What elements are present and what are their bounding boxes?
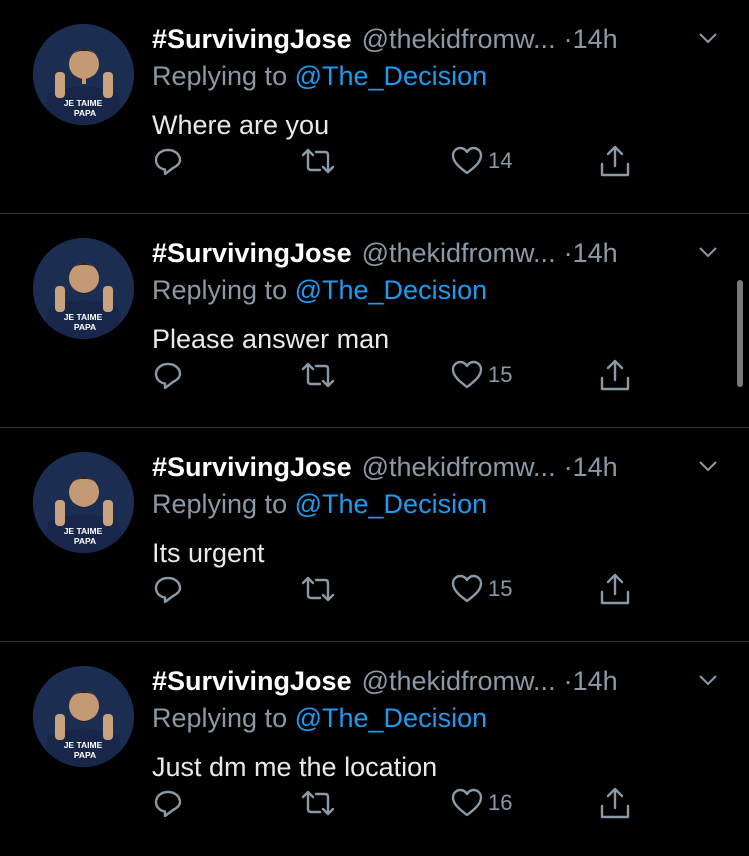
separator: · xyxy=(563,238,573,268)
share-icon xyxy=(600,145,630,177)
replying-to: Replying to @The_Decision xyxy=(152,700,487,736)
tweet[interactable]: JE TAIME PAPA #SurvivingJose @thekidfromw… xyxy=(0,0,749,214)
separator: · xyxy=(563,666,573,696)
reply-icon xyxy=(154,148,182,176)
like-count: 14 xyxy=(488,148,513,173)
display-name[interactable]: #SurvivingJose xyxy=(152,24,352,54)
svg-text:PAPA: PAPA xyxy=(74,108,96,118)
svg-text:JE TAIME: JE TAIME xyxy=(64,98,103,108)
timestamp[interactable]: 14h xyxy=(573,666,618,696)
tweet-text: Just dm me the location xyxy=(152,752,438,782)
replying-to: Replying to @The_Decision xyxy=(152,486,487,522)
separator: · xyxy=(563,452,573,482)
share-button[interactable] xyxy=(598,783,632,823)
tweet-actions: 16 xyxy=(152,783,652,823)
share-button[interactable] xyxy=(598,141,632,181)
tweet-header: #SurvivingJose @thekidfromw... ·14h xyxy=(152,19,722,59)
mention-link[interactable]: @The_Decision xyxy=(295,703,488,733)
tweet-text: Please answer man xyxy=(152,324,390,354)
like-count: 15 xyxy=(488,576,513,601)
tweet-text: Where are you xyxy=(152,110,330,140)
tweet-actions: 15 xyxy=(152,355,652,395)
retweet-button[interactable] xyxy=(300,355,336,395)
tweet[interactable]: JE TAIME PAPA #SurvivingJose @thekidfromw… xyxy=(0,428,749,642)
svg-text:JE TAIME: JE TAIME xyxy=(64,312,103,322)
reply-icon xyxy=(154,576,182,604)
svg-text:PAPA: PAPA xyxy=(74,536,96,546)
like-count: 16 xyxy=(488,790,513,815)
share-icon xyxy=(600,787,630,819)
reply-button[interactable] xyxy=(152,355,184,395)
share-button[interactable] xyxy=(598,355,632,395)
svg-text:PAPA: PAPA xyxy=(74,322,96,332)
handle[interactable]: @thekidfromw... xyxy=(362,666,556,696)
tweet[interactable]: JE TAIME PAPA #SurvivingJose @thekidfromw… xyxy=(0,642,749,856)
like-button[interactable]: 15 xyxy=(450,569,512,609)
svg-text:JE TAIME: JE TAIME xyxy=(64,740,103,750)
reply-prefix: Replying to xyxy=(152,489,288,519)
timestamp[interactable]: 14h xyxy=(573,24,618,54)
handle[interactable]: @thekidfromw... xyxy=(362,452,556,482)
chevron-down-icon[interactable] xyxy=(696,668,720,692)
display-name[interactable]: #SurvivingJose xyxy=(152,238,352,268)
replying-to: Replying to @The_Decision xyxy=(152,58,487,94)
heart-icon xyxy=(451,146,483,175)
reply-prefix: Replying to xyxy=(152,61,288,91)
reply-button[interactable] xyxy=(152,569,184,609)
mention-link[interactable]: @The_Decision xyxy=(295,489,488,519)
mention-link[interactable]: @The_Decision xyxy=(295,275,488,305)
tweet-actions: 15 xyxy=(152,569,652,609)
retweet-icon xyxy=(301,362,335,388)
heart-icon xyxy=(451,574,483,603)
tweet-text: Its urgent xyxy=(152,538,265,568)
display-name[interactable]: #SurvivingJose xyxy=(152,452,352,482)
tweet-actions: 14 xyxy=(152,141,652,181)
mention-link[interactable]: @The_Decision xyxy=(295,61,488,91)
svg-text:PAPA: PAPA xyxy=(74,750,96,760)
tweet-header: #SurvivingJose @thekidfromw... ·14h xyxy=(152,233,722,273)
retweet-icon xyxy=(301,576,335,602)
share-button[interactable] xyxy=(598,569,632,609)
tweet-header: #SurvivingJose @thekidfromw... ·14h xyxy=(152,447,722,487)
handle[interactable]: @thekidfromw... xyxy=(362,24,556,54)
svg-text:JE TAIME: JE TAIME xyxy=(64,526,103,536)
avatar[interactable]: JE TAIME PAPA xyxy=(33,452,134,553)
retweet-button[interactable] xyxy=(300,783,336,823)
chevron-down-icon[interactable] xyxy=(696,26,720,50)
like-button[interactable]: 15 xyxy=(450,355,512,395)
reply-icon xyxy=(154,790,182,818)
avatar[interactable]: JE TAIME PAPA xyxy=(33,666,134,767)
retweet-button[interactable] xyxy=(300,141,336,181)
chevron-down-icon[interactable] xyxy=(696,454,720,478)
separator: · xyxy=(563,24,573,54)
tweet[interactable]: JE TAIME PAPA #SurvivingJose @thekidfromw… xyxy=(0,214,749,428)
share-icon xyxy=(600,359,630,391)
avatar[interactable]: JE TAIME PAPA xyxy=(33,24,134,125)
timestamp[interactable]: 14h xyxy=(573,238,618,268)
avatar[interactable]: JE TAIME PAPA xyxy=(33,238,134,339)
like-button[interactable]: 16 xyxy=(450,783,512,823)
timestamp[interactable]: 14h xyxy=(573,452,618,482)
retweet-icon xyxy=(301,790,335,816)
heart-icon xyxy=(451,788,483,817)
reply-prefix: Replying to xyxy=(152,275,288,305)
reply-button[interactable] xyxy=(152,141,184,181)
retweet-icon xyxy=(301,148,335,174)
chevron-down-icon[interactable] xyxy=(696,240,720,264)
like-count: 15 xyxy=(488,362,513,387)
replying-to: Replying to @The_Decision xyxy=(152,272,487,308)
retweet-button[interactable] xyxy=(300,569,336,609)
like-button[interactable]: 14 xyxy=(450,141,512,181)
scrollbar[interactable] xyxy=(737,280,743,387)
reply-button[interactable] xyxy=(152,783,184,823)
reply-icon xyxy=(154,362,182,390)
handle[interactable]: @thekidfromw... xyxy=(362,238,556,268)
display-name[interactable]: #SurvivingJose xyxy=(152,666,352,696)
heart-icon xyxy=(451,360,483,389)
tweet-header: #SurvivingJose @thekidfromw... ·14h xyxy=(152,661,722,701)
share-icon xyxy=(600,573,630,605)
reply-thread: JE TAIME PAPA #SurvivingJose @thekidfromw… xyxy=(0,0,749,856)
reply-prefix: Replying to xyxy=(152,703,288,733)
